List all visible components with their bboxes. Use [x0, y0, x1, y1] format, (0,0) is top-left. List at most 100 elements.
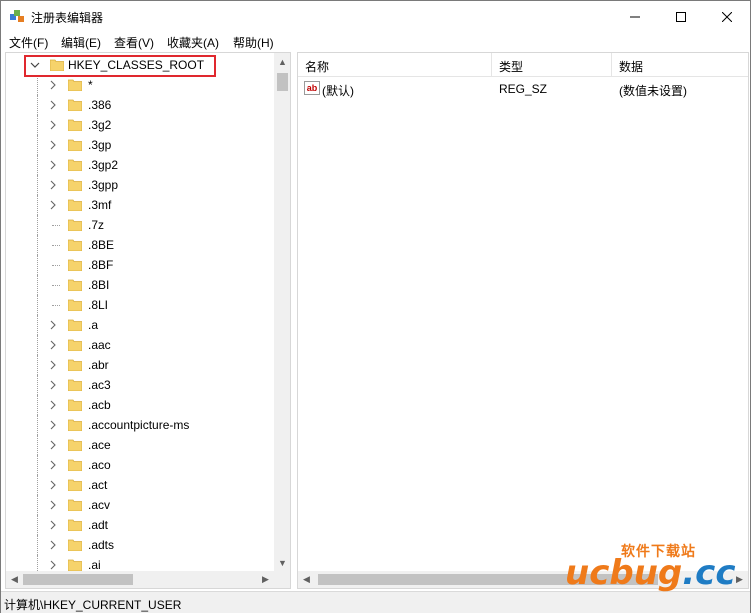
chevron-right-icon[interactable] — [48, 139, 58, 151]
tree-item[interactable]: .ac3 — [6, 375, 276, 395]
tree-item-label: .acv — [88, 498, 111, 512]
close-button[interactable] — [704, 1, 750, 32]
watermark-brand: ucbug.cc — [565, 553, 735, 593]
tree-item-label: .adts — [88, 538, 115, 552]
key-tree-pane[interactable]: HKEY_CLASSES_ROOT * .386.3g2.3gp .3gp2.3gp… — [5, 52, 291, 589]
tree-item[interactable]: .3mf — [6, 195, 276, 215]
chevron-right-icon[interactable] — [48, 339, 58, 351]
tree-item-label: .3g2 — [88, 118, 112, 132]
tree-item[interactable]: .a — [6, 315, 276, 335]
menu-favorites[interactable]: 收藏夹(A) — [167, 34, 219, 51]
chevron-right-icon[interactable] — [48, 99, 58, 111]
folder-icon — [68, 139, 82, 151]
tree-item[interactable]: .3gp — [6, 135, 276, 155]
tree-connector-line — [37, 475, 45, 495]
menu-file[interactable]: 文件(F) — [9, 34, 48, 51]
scroll-thumb[interactable] — [277, 73, 288, 91]
chevron-right-icon[interactable] — [48, 379, 58, 391]
chevron-right-icon[interactable] — [48, 439, 58, 451]
registry-editor-icon — [10, 10, 24, 22]
tree-vertical-scrollbar[interactable]: ▲ ▼ — [274, 53, 290, 571]
folder-icon — [68, 199, 82, 211]
tree-item[interactable]: .accountpicture-ms — [6, 415, 276, 435]
tree-item[interactable]: .adt — [6, 515, 276, 535]
folder-icon — [68, 439, 82, 451]
tree-item[interactable]: .8BE — [6, 235, 276, 255]
tree-item-label: * — [88, 78, 93, 92]
scroll-right-arrow-icon[interactable]: ▶ — [257, 571, 274, 588]
menu-bar: 文件(F) 编辑(E) 查看(V) 收藏夹(A) 帮助(H) — [1, 32, 750, 51]
tree-item[interactable]: .act — [6, 475, 276, 495]
chevron-right-icon[interactable] — [48, 79, 58, 91]
folder-icon — [68, 479, 82, 491]
tree-connector-line — [37, 215, 45, 235]
chevron-right-icon[interactable] — [48, 419, 58, 431]
tree-connector-line — [37, 115, 45, 135]
tree-item-label: .adt — [88, 518, 109, 532]
folder-icon — [68, 99, 82, 111]
tree-item[interactable]: .adts — [6, 535, 276, 555]
scroll-left-arrow-icon[interactable]: ◀ — [298, 571, 315, 588]
tree-item[interactable]: * — [6, 75, 276, 95]
menu-help[interactable]: 帮助(H) — [233, 34, 274, 51]
tree-connector-line — [37, 495, 45, 515]
column-name[interactable]: 名称 — [298, 53, 492, 77]
tree-item-label: .8BI — [88, 278, 110, 292]
tree-item[interactable]: .ace — [6, 435, 276, 455]
tree-item[interactable]: .aac — [6, 335, 276, 355]
chevron-right-icon[interactable] — [48, 119, 58, 131]
chevron-right-icon[interactable] — [48, 359, 58, 371]
chevron-right-icon[interactable] — [48, 459, 58, 471]
tree-item[interactable]: .aco — [6, 455, 276, 475]
folder-icon — [68, 79, 82, 91]
scroll-down-arrow-icon[interactable]: ▼ — [274, 554, 290, 571]
tree-item[interactable]: .8BI — [6, 275, 276, 295]
tree-item[interactable]: .3gpp — [6, 175, 276, 195]
watermark-brand-orange: ucbug — [565, 553, 683, 593]
registry-editor-window: 注册表编辑器 文件(F) 编辑(E) 查看(V) 收藏夹(A) 帮助(H) HK… — [0, 0, 751, 613]
scroll-left-arrow-icon[interactable]: ◀ — [6, 571, 23, 588]
values-list-pane[interactable]: 名称 类型 数据 ab (默认) REG_SZ (数值未设置) ◀ ▶ — [297, 52, 749, 589]
scroll-thumb[interactable] — [23, 574, 133, 585]
tree-item-label: .aac — [88, 338, 111, 352]
menu-view[interactable]: 查看(V) — [114, 34, 154, 51]
folder-icon — [68, 379, 82, 391]
tree-item-label: .386 — [88, 98, 112, 112]
chevron-right-icon[interactable] — [48, 479, 58, 491]
folder-icon — [68, 119, 82, 131]
string-value-icon: ab — [304, 81, 320, 95]
maximize-button[interactable] — [658, 1, 704, 32]
chevron-right-icon[interactable] — [48, 319, 58, 331]
chevron-right-icon[interactable] — [48, 199, 58, 211]
scroll-corner — [274, 571, 290, 588]
tree-item[interactable]: .7z — [6, 215, 276, 235]
chevron-right-icon[interactable] — [48, 179, 58, 191]
tree-item-label: .a — [88, 318, 99, 332]
chevron-right-icon[interactable] — [48, 499, 58, 511]
chevron-right-icon[interactable] — [48, 539, 58, 551]
chevron-right-icon[interactable] — [48, 159, 58, 171]
tree-connector-line — [52, 305, 60, 306]
tree-item[interactable]: .8LI — [6, 295, 276, 315]
tree-item-label: .ac3 — [88, 378, 111, 392]
tree-item[interactable]: .acb — [6, 395, 276, 415]
tree-item[interactable]: .abr — [6, 355, 276, 375]
value-row[interactable]: ab (默认) REG_SZ (数值未设置) — [298, 79, 748, 99]
tree-item-label: .ace — [88, 438, 111, 452]
tree-item[interactable]: .acv — [6, 495, 276, 515]
chevron-right-icon[interactable] — [48, 559, 58, 571]
column-data[interactable]: 数据 — [612, 53, 748, 77]
tree-item[interactable]: .3g2 — [6, 115, 276, 135]
tree-item[interactable]: .386 — [6, 95, 276, 115]
tree-item[interactable]: .3gp2 — [6, 155, 276, 175]
folder-icon — [68, 519, 82, 531]
tree-horizontal-scrollbar[interactable]: ◀ ▶ — [6, 571, 274, 588]
tree-item[interactable]: .8BF — [6, 255, 276, 275]
minimize-button[interactable] — [612, 1, 658, 32]
scroll-up-arrow-icon[interactable]: ▲ — [274, 53, 290, 70]
chevron-right-icon[interactable] — [48, 399, 58, 411]
chevron-right-icon[interactable] — [48, 519, 58, 531]
column-type[interactable]: 类型 — [492, 53, 612, 77]
menu-edit[interactable]: 编辑(E) — [61, 34, 101, 51]
value-data: (数值未设置) — [619, 84, 687, 98]
